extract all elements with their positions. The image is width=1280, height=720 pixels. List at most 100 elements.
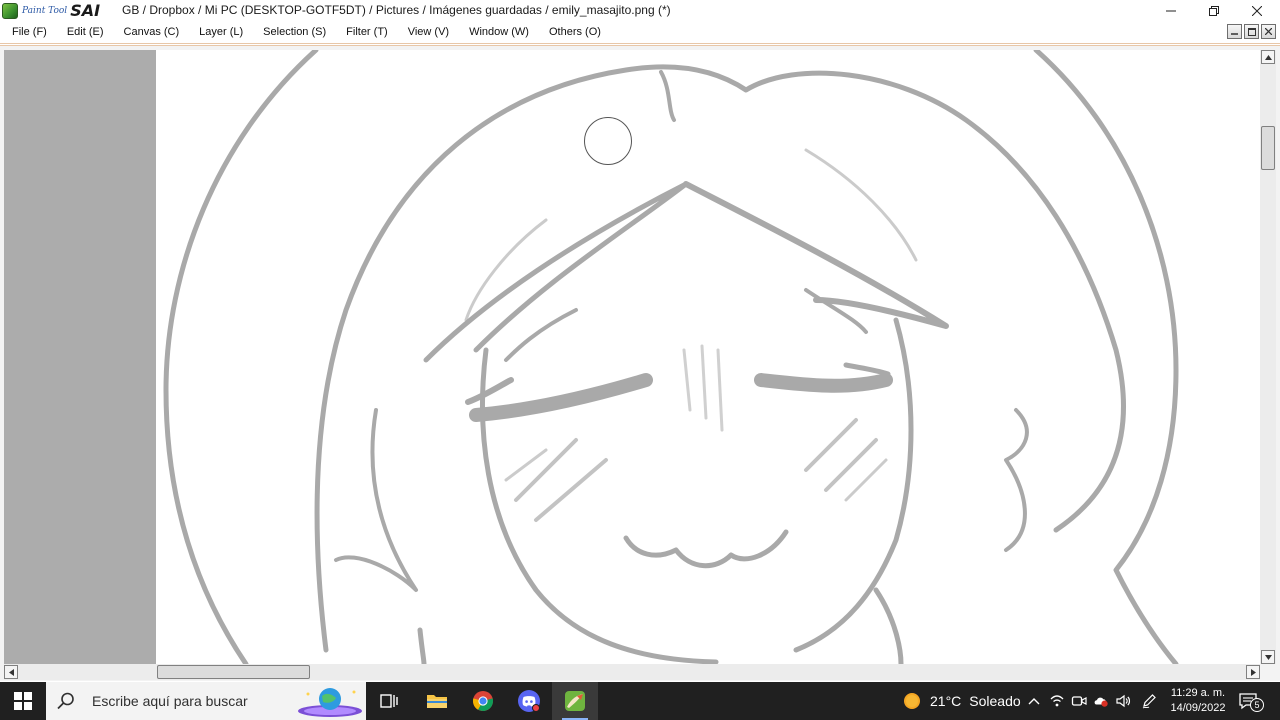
menu-selection[interactable]: Selection (S) bbox=[255, 26, 334, 38]
bangs-small bbox=[504, 308, 578, 362]
outer-circle-left bbox=[163, 50, 319, 664]
discord-icon bbox=[518, 690, 540, 712]
horizontal-scrollbar[interactable] bbox=[4, 664, 1260, 680]
logo-big-text: SAI bbox=[70, 1, 101, 20]
cloud-app-button[interactable] bbox=[1093, 693, 1109, 709]
drawing-canvas[interactable] bbox=[156, 50, 1260, 664]
speaker-icon bbox=[1116, 694, 1131, 708]
network-button[interactable] bbox=[1049, 693, 1065, 709]
weather-condition: Soleado bbox=[969, 693, 1021, 709]
file-explorer-icon bbox=[427, 695, 447, 708]
task-view-icon bbox=[380, 694, 398, 708]
sketch-drawing bbox=[163, 50, 1179, 664]
windows-taskbar: Escribe aquí para buscar 21°C Soleado 11… bbox=[0, 682, 1280, 720]
bangs-strand-right bbox=[804, 148, 918, 262]
taskbar-clock[interactable]: 11:29 a. m. 14/09/2022 bbox=[1160, 686, 1236, 716]
show-hidden-icons-button[interactable] bbox=[1026, 693, 1042, 709]
search-icon bbox=[57, 692, 74, 710]
start-button[interactable] bbox=[0, 682, 46, 720]
file-explorer-button[interactable] bbox=[414, 682, 460, 720]
scroll-left-button[interactable] bbox=[4, 665, 18, 679]
doc-minimize-button[interactable] bbox=[1227, 24, 1242, 39]
blush-right-2 bbox=[824, 438, 878, 492]
side-hair-left bbox=[334, 408, 418, 592]
bangs-small-2 bbox=[804, 288, 868, 334]
left-eye-lash bbox=[465, 377, 514, 405]
minimize-button[interactable] bbox=[1149, 0, 1193, 21]
app-logo: Paint Tool SAI bbox=[2, 1, 110, 20]
title-bar: Paint Tool SAI GB / Dropbox / Mi PC (DES… bbox=[0, 0, 1280, 21]
menu-others[interactable]: Others (O) bbox=[541, 26, 609, 38]
windows-logo-icon bbox=[14, 692, 32, 710]
scroll-down-button[interactable] bbox=[1261, 650, 1275, 664]
face-right bbox=[793, 317, 914, 653]
vertical-scroll-thumb[interactable] bbox=[1261, 126, 1275, 170]
meet-now-button[interactable] bbox=[1071, 693, 1087, 709]
bangs-left bbox=[423, 181, 689, 363]
weather-widget[interactable]: 21°C Soleado bbox=[902, 682, 1021, 720]
paint-tool-sai-taskbar-button[interactable] bbox=[552, 682, 598, 720]
close-button[interactable] bbox=[1235, 0, 1279, 21]
sai-logo-icon bbox=[2, 2, 18, 19]
neck-right bbox=[873, 587, 904, 664]
camera-icon bbox=[1071, 696, 1087, 706]
minimize-icon bbox=[1166, 10, 1176, 11]
outside-canvas-area bbox=[4, 50, 156, 664]
canvas-workspace bbox=[0, 45, 1280, 681]
menu-canvas[interactable]: Canvas (C) bbox=[116, 26, 188, 38]
menu-window[interactable]: Window (W) bbox=[461, 26, 537, 38]
doc-close-button[interactable] bbox=[1261, 24, 1276, 39]
chrome-icon bbox=[472, 691, 494, 712]
notification-count-badge: 5 bbox=[1250, 698, 1264, 712]
side-hair-right bbox=[1004, 408, 1029, 552]
search-placeholder: Escribe aquí para buscar bbox=[92, 693, 248, 709]
taskbar-search[interactable]: Escribe aquí para buscar bbox=[46, 682, 366, 720]
task-view-button[interactable] bbox=[366, 682, 412, 720]
forehead-line-3 bbox=[716, 348, 724, 432]
restore-button[interactable] bbox=[1192, 0, 1236, 21]
doc-minimize-icon bbox=[1231, 33, 1238, 35]
right-eye bbox=[754, 373, 893, 393]
scroll-right-button[interactable] bbox=[1246, 665, 1260, 679]
notifications-button[interactable]: 5 bbox=[1238, 692, 1264, 712]
menu-bar: File (F) Edit (E) Canvas (C) Layer (L) S… bbox=[0, 21, 1280, 44]
arrow-right-icon bbox=[1250, 668, 1256, 676]
horizontal-scroll-thumb[interactable] bbox=[157, 665, 310, 679]
hair-part bbox=[659, 70, 676, 122]
mouth bbox=[623, 529, 789, 569]
doc-restore-button[interactable] bbox=[1244, 24, 1259, 39]
search-highlight-icon bbox=[298, 688, 362, 717]
vertical-scrollbar[interactable] bbox=[1260, 50, 1276, 664]
menu-edit[interactable]: Edit (E) bbox=[59, 26, 112, 38]
brush-cursor bbox=[584, 117, 632, 165]
menu-file[interactable]: File (F) bbox=[4, 26, 55, 38]
right-eye-lash bbox=[843, 362, 891, 377]
arrow-left-icon bbox=[8, 668, 14, 676]
wifi-icon bbox=[1050, 695, 1064, 707]
forehead-line-2 bbox=[700, 344, 708, 420]
menu-view[interactable]: View (V) bbox=[400, 26, 457, 38]
arrow-down-icon bbox=[1264, 654, 1272, 660]
menu-filter[interactable]: Filter (T) bbox=[338, 26, 396, 38]
doc-restore-icon bbox=[1247, 27, 1256, 36]
document-controls bbox=[1227, 24, 1276, 39]
doc-close-icon bbox=[1265, 28, 1272, 35]
clock-time: 11:29 a. m. bbox=[1170, 687, 1226, 699]
volume-button[interactable] bbox=[1115, 693, 1131, 709]
chrome-button[interactable] bbox=[460, 682, 506, 720]
paint-tool-sai-window: Paint Tool SAI GB / Dropbox / Mi PC (DES… bbox=[0, 0, 1280, 720]
forehead-line-1 bbox=[682, 348, 692, 412]
outer-circle-right bbox=[1033, 50, 1179, 664]
bangs-main bbox=[683, 181, 949, 329]
scroll-up-button[interactable] bbox=[1261, 50, 1275, 64]
close-icon bbox=[1252, 5, 1262, 16]
blush-right-1 bbox=[804, 418, 858, 472]
restore-icon bbox=[1209, 5, 1219, 16]
menu-layer[interactable]: Layer (L) bbox=[191, 26, 251, 38]
pen-workspace-button[interactable] bbox=[1141, 693, 1157, 709]
weather-temp: 21°C bbox=[930, 693, 962, 709]
discord-button[interactable] bbox=[506, 682, 552, 720]
pen-icon bbox=[1142, 694, 1156, 709]
chevron-up-icon bbox=[1028, 698, 1040, 705]
sun-icon bbox=[904, 693, 920, 709]
